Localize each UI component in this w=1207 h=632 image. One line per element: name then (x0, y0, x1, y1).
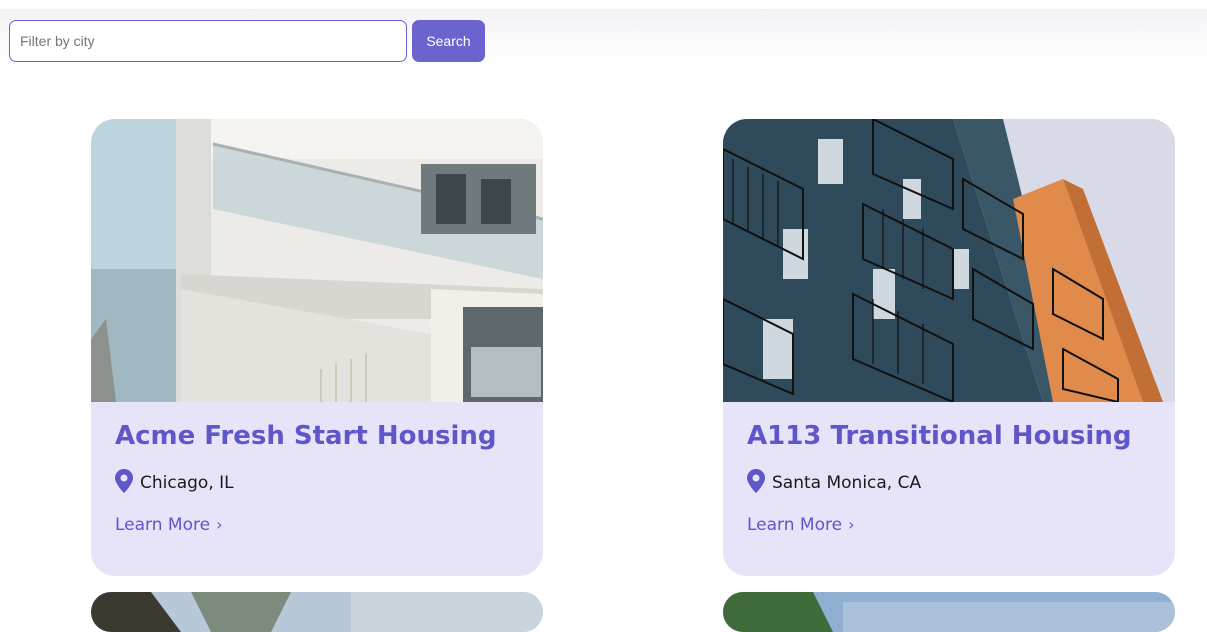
learn-more-label: Learn More (747, 515, 843, 535)
learn-more-link[interactable]: Learn More › (115, 515, 222, 535)
learn-more-link[interactable]: Learn More › (747, 515, 854, 535)
listing-title: A113 Transitional Housing (747, 421, 1132, 451)
location-text: Santa Monica, CA (772, 473, 922, 493)
listing-image (91, 119, 543, 402)
chevron-right-icon: › (216, 515, 223, 534)
map-pin-icon (747, 469, 765, 493)
listing-card: Acme Fresh Start Housing Chicago, IL Lea… (91, 119, 543, 576)
listing-image (723, 119, 1175, 402)
learn-more-label: Learn More (115, 515, 211, 535)
listing-card-partial (723, 592, 1175, 632)
map-pin-icon (115, 469, 133, 493)
listing-card-partial (91, 592, 543, 632)
city-filter-input[interactable] (9, 20, 407, 62)
chevron-right-icon: › (848, 515, 855, 534)
search-button[interactable]: Search (412, 20, 485, 62)
listing-location: Chicago, IL (115, 467, 519, 493)
listing-location: Santa Monica, CA (747, 467, 1151, 493)
listing-image (91, 592, 543, 632)
listing-card: A113 Transitional Housing Santa Monica, … (723, 119, 1175, 576)
listing-title: Acme Fresh Start Housing (115, 421, 497, 451)
listing-image (723, 592, 1175, 632)
location-text: Chicago, IL (140, 473, 234, 493)
